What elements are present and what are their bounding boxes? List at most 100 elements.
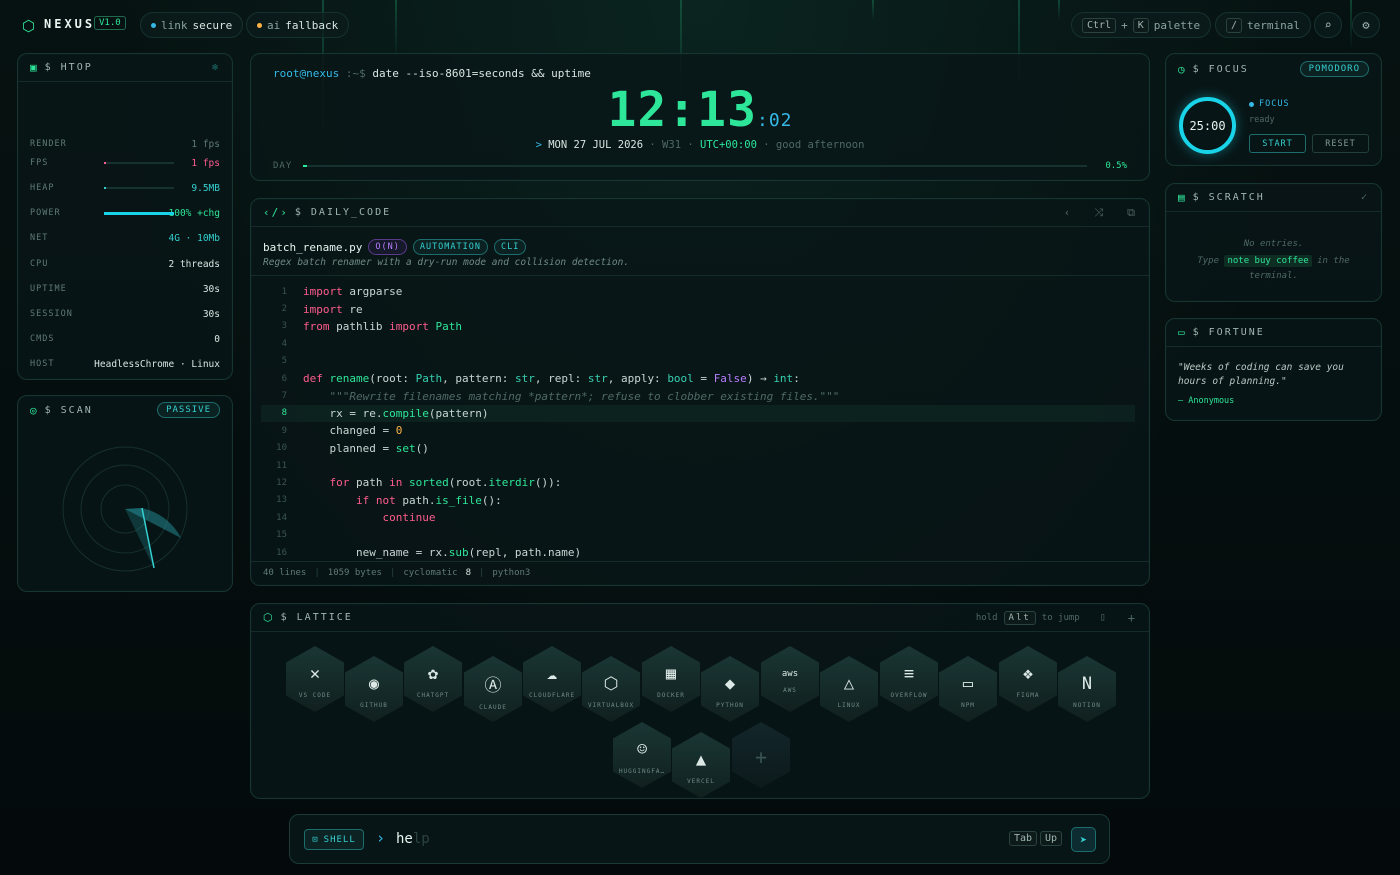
line-number: 13 [276,495,287,506]
version-badge: V1.0 [94,16,126,30]
code-line: 3 from pathlib import Path [261,318,1135,335]
code-line: 9 changed = 0 [261,422,1135,439]
app-label: AWS [783,686,797,694]
prev-icon[interactable]: ‹ [1064,206,1073,219]
app-tile[interactable]: ▦ DOCKER [642,646,700,712]
grid-icon[interactable]: ▯ [1100,612,1108,623]
line-number: 10 [276,443,287,454]
app-tile[interactable]: △ LINUX [820,656,878,722]
app-icon: ✿ [427,663,439,684]
brand-name: NEXUS [44,17,96,31]
htop-row-key: HOST [30,359,55,369]
link-status-pill[interactable]: link secure [140,12,244,38]
line-number: 11 [276,460,287,471]
plus-icon: + [754,745,768,769]
ai-status-pill[interactable]: ai fallback [246,12,350,38]
cyclomatic-value: 8 [465,568,471,578]
htop-row: FPS 1 fps [30,155,220,171]
top-bar: ⬡ NEXUS V1.0 link secure ai fallback Ctr… [16,12,1384,38]
shell-mode-button[interactable]: ⊡ SHELL [304,829,364,850]
app-tile[interactable]: ≡ OVERFLOW [880,646,938,712]
line-number: 1 [281,286,287,297]
alt-key: Alt [1003,610,1036,625]
byte-count: 1059 bytes [327,568,382,578]
app-tile[interactable]: ▭ NPM [939,656,997,722]
app-label: CHATGPT [416,691,450,699]
reset-button[interactable]: RESET [1312,134,1369,153]
app-icon: Ⓐ [484,676,502,696]
timer-value: 25:00 [1189,118,1226,133]
lattice-panel: ⬡ $ LATTICE hold Alt to jump ▯ + ✕ VS COD… [250,603,1150,799]
app-tile[interactable]: Ⓐ CLAUDE [464,656,522,722]
code-line: 10 planned = set() [261,440,1135,457]
app-icon: ▦ [665,663,677,684]
prompt-chevron-icon: › [376,829,386,847]
state-text: ready [1249,115,1275,125]
palette-button[interactable]: Ctrl + K palette [1071,12,1212,38]
line-number: 14 [276,512,287,523]
app-tile[interactable]: ▲ VERCEL [672,732,730,798]
state-label: FOCUS [1259,99,1290,109]
app-tile[interactable]: ◉ GITHUB [345,656,403,722]
search-button[interactable]: ⌕ [1314,12,1342,38]
quote-icon: ▭ [1178,326,1187,339]
app-tile[interactable]: ☁ CLOUDFLARE [523,646,581,712]
lattice-title: $ LATTICE [280,612,353,623]
scratch-header: ▤ $ SCRATCH ✓ [1166,184,1381,212]
app-icon: ☁ [546,663,558,684]
shell-input[interactable]: help [396,831,430,847]
ai-value: fallback [285,18,339,32]
terminal-button[interactable]: / terminal [1215,12,1312,38]
code-line: 12 for path in sorted(root.iterdir()): [261,474,1135,491]
send-icon: ➤ [1079,832,1088,847]
htop-row-value: 0 [214,333,220,345]
app-tile[interactable]: ☺ HUGGINGFA… [613,722,671,788]
up-key: Up [1040,831,1063,846]
htop-title: $ HTOP [44,62,93,73]
app-tile[interactable]: ◆ PYTHON [701,656,759,722]
htop-row-key: UPTIME [30,284,67,294]
code-block: 1 import argparse 2 import re 3 from pathli… [261,283,1135,559]
check-icon[interactable]: ✓ [1361,192,1369,203]
htop-row-value: 9.5MB [191,182,220,194]
code-icon: ‹/› [263,206,289,219]
scan-panel: ◎ $ SCAN PASSIVE [17,395,233,592]
day-percent: 0.5% [1105,161,1127,171]
line-number: 3 [281,321,287,332]
clock-display: 12:13:02 [251,82,1149,138]
app-label: FIGMA [1016,691,1040,699]
app-tile[interactable]: aws AWS [761,646,819,712]
cli-tag: CLI [494,239,527,255]
app-tile[interactable]: ❖ FIGMA [999,646,1057,712]
app-label: HUGGINGFA… [618,767,666,775]
start-button[interactable]: START [1249,134,1306,153]
prompt-command: date --iso-8601=seconds && uptime [372,67,591,80]
app-tile[interactable]: ✿ CHATGPT [404,646,462,712]
app-tile[interactable]: ⬡ VIRTUALBOX [582,656,640,722]
line-number: 7 [281,391,287,402]
state-dot-icon [1249,101,1254,107]
htop-row: NET 4G · 10Mb [30,230,220,246]
fortune-quote: "Weeks of coding can save you hours of p… [1178,362,1344,387]
add-icon[interactable]: + [1128,611,1137,625]
app-icon: ≡ [903,663,915,684]
htop-row-key: FPS [30,158,49,168]
app-icon: ⬡ [603,673,619,694]
settings-dot-icon[interactable]: ✻ [212,62,220,73]
settings-button[interactable]: ⚙ [1352,12,1380,38]
app-label: DOCKER [657,691,685,699]
app-tile[interactable]: N NOTION [1058,656,1116,722]
shuffle-icon[interactable]: ⤨ [1094,206,1105,220]
focus-panel: ◷ $ FOCUS POMODORO 25:00 FOCUS ready STA… [1165,53,1382,166]
timer-icon: ◷ [1178,62,1187,76]
send-button[interactable]: ➤ [1071,827,1096,852]
htop-row: CMDS 0 [30,331,220,347]
separator: · [649,139,656,151]
add-app-tile[interactable]: + [732,722,790,788]
copy-icon[interactable]: ⧉ [1127,206,1137,220]
timezone: UTC+00:00 [700,139,757,151]
htop-meter [104,162,174,164]
hint-pre: Type [1197,256,1220,266]
automation-tag: AUTOMATION [412,239,489,255]
app-tile[interactable]: ✕ VS CODE [286,646,344,712]
